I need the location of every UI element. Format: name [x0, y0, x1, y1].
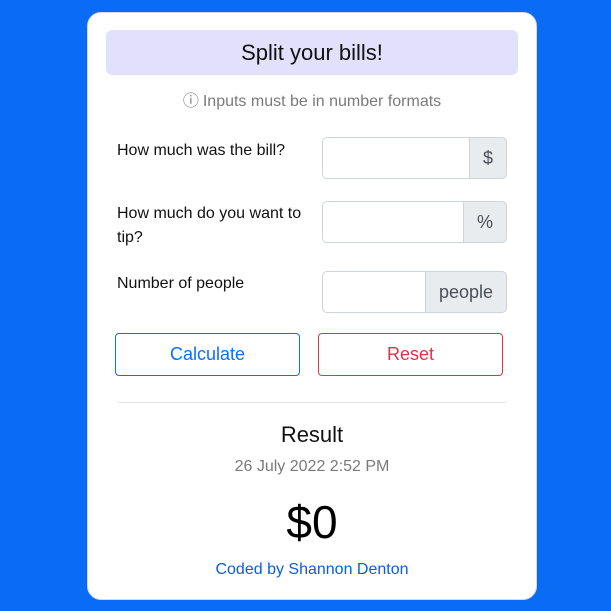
people-addon: people: [425, 271, 507, 313]
percent-addon: %: [463, 201, 507, 243]
dollar-addon: $: [469, 137, 507, 179]
bill-split-card: Split your bills! ⓘ Inputs must be in num…: [87, 12, 537, 600]
author-credit-link[interactable]: Coded by Shannon Denton: [88, 561, 536, 579]
info-icon: ⓘ: [182, 93, 199, 110]
bill-input-group: $: [322, 137, 507, 179]
format-hint: ⓘ Inputs must be in number formats: [88, 87, 536, 111]
people-input[interactable]: [322, 271, 425, 313]
tip-input-group: %: [322, 201, 507, 243]
tip-input[interactable]: [322, 201, 463, 243]
divider: [118, 402, 506, 403]
calculate-button[interactable]: Calculate: [115, 333, 300, 376]
page-title: Split your bills!: [106, 30, 518, 75]
people-label: Number of people: [117, 275, 245, 292]
reset-button[interactable]: Reset: [318, 333, 503, 376]
people-input-group: people: [322, 271, 507, 313]
bill-label: How much was the bill?: [117, 142, 286, 159]
result-timestamp: 26 July 2022 2:52 PM: [234, 458, 390, 475]
result-amount: $0: [286, 496, 338, 548]
hint-text: Inputs must be in number formats: [202, 93, 442, 110]
tip-label: How much do you want to tip?: [117, 205, 302, 246]
result-heading: Result: [280, 422, 344, 447]
bill-input[interactable]: [322, 137, 469, 179]
